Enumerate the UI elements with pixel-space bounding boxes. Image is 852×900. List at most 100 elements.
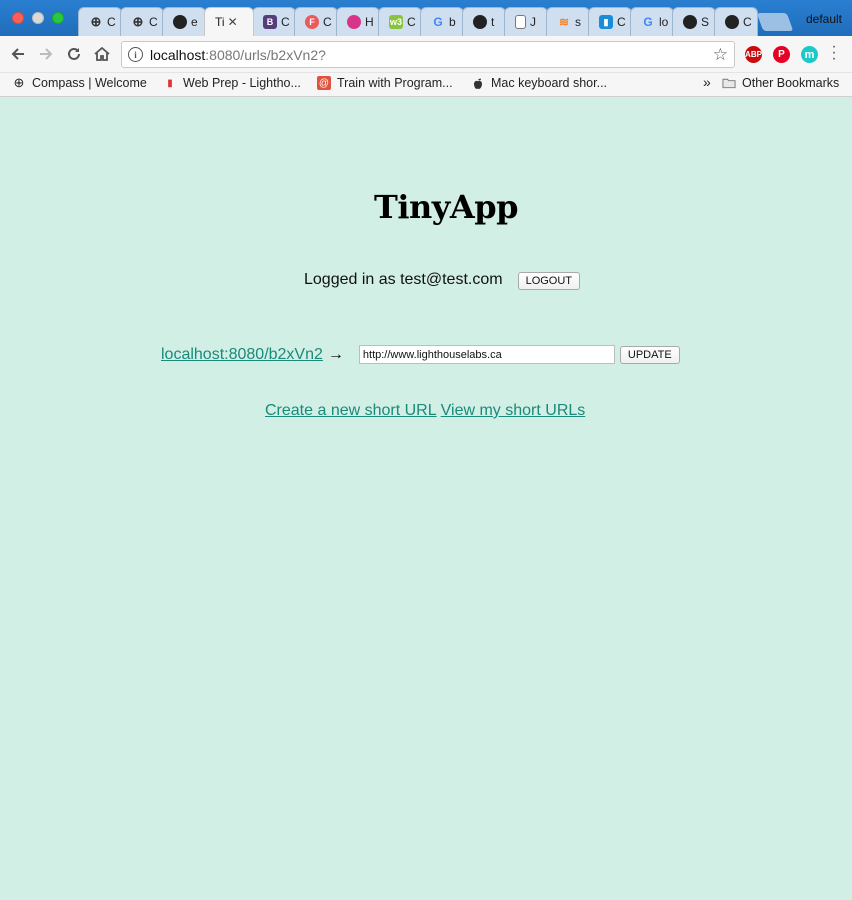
- browser-menu-icon[interactable]: · · ·: [828, 39, 840, 67]
- tab-15[interactable]: C: [714, 7, 758, 36]
- github-icon: [725, 15, 739, 29]
- tab-8[interactable]: G b: [420, 7, 464, 36]
- tab-label: S: [701, 15, 710, 29]
- compass-icon: ⊕: [90, 14, 102, 29]
- create-short-url-link[interactable]: Create a new short URL: [265, 402, 437, 420]
- pinterest-icon[interactable]: P: [773, 46, 790, 63]
- bookmarks-overflow-icon[interactable]: »: [703, 74, 711, 90]
- adblock-icon[interactable]: ABP: [745, 46, 762, 63]
- document-icon: [515, 15, 526, 29]
- other-bookmarks-folder[interactable]: Other Bookmarks: [722, 76, 839, 90]
- new-tab-button[interactable]: [756, 13, 794, 31]
- bookmark-label: Mac keyboard shor...: [491, 76, 608, 90]
- bookmark-train[interactable]: @ Train with Program...: [317, 76, 453, 90]
- lighthouse-icon: ▮: [167, 77, 173, 89]
- firefox-icon: [347, 15, 361, 29]
- view-short-urls-link[interactable]: View my short URLs: [441, 402, 586, 420]
- bookmarks-bar: ⊕ Compass | Welcome ▮ Web Prep - Lightho…: [0, 73, 852, 97]
- other-bookmarks-label: Other Bookmarks: [742, 76, 840, 90]
- tab-9[interactable]: t: [462, 7, 506, 36]
- browser-titlebar: ⊕ C ⊕ C e Ti ✕ B C F C H w3 C G b t J ≋ …: [0, 0, 852, 36]
- bookmark-compass[interactable]: ⊕ Compass | Welcome: [12, 75, 147, 90]
- home-button[interactable]: [92, 44, 112, 64]
- home-icon: [94, 46, 110, 61]
- tab-0[interactable]: ⊕ C: [78, 7, 122, 36]
- compass-icon: ⊕: [132, 14, 144, 29]
- tab-2[interactable]: e: [162, 7, 206, 36]
- tab-label: C: [617, 15, 626, 29]
- tab-label: e: [191, 15, 198, 29]
- bookmark-web-prep[interactable]: ▮ Web Prep - Lightho...: [163, 76, 301, 90]
- address-bar[interactable]: i localhost:8080/urls/b2xVn2? ☆: [121, 41, 735, 68]
- extension-m-icon[interactable]: m: [801, 46, 818, 63]
- bookmark-mac-keyboard[interactable]: Mac keyboard shor...: [471, 76, 607, 90]
- tab-11[interactable]: ≋ s: [546, 7, 590, 36]
- bookmark-star-icon[interactable]: ☆: [713, 45, 728, 65]
- tab-5[interactable]: F C: [294, 7, 338, 36]
- tab-label: Ti: [215, 15, 225, 29]
- login-status: Logged in as test@test.com LOGOUT: [304, 269, 581, 290]
- browser-toolbar: i localhost:8080/urls/b2xVn2? ☆ ABP P m …: [0, 36, 852, 73]
- tab-label: J: [530, 15, 536, 29]
- tab-label: C: [149, 15, 158, 29]
- tab-label: H: [365, 15, 374, 29]
- close-tab-icon[interactable]: ✕: [228, 15, 238, 29]
- maximize-window-button[interactable]: [52, 12, 64, 24]
- tab-label: C: [107, 15, 116, 29]
- chart-icon: ▮: [599, 15, 613, 29]
- stackoverflow-icon: ≋: [558, 15, 570, 29]
- tab-label: C: [323, 15, 332, 29]
- tab-10[interactable]: J: [504, 7, 548, 36]
- spiral-icon: @: [317, 76, 331, 90]
- arrow-icon: →: [327, 345, 344, 363]
- compass-icon: ⊕: [13, 75, 25, 90]
- apple-icon: [471, 76, 485, 90]
- url-path: :8080/urls/b2xVn2?: [205, 46, 326, 63]
- short-url-link[interactable]: localhost:8080/b2xVn2: [161, 346, 323, 364]
- info-icon[interactable]: i: [128, 47, 143, 62]
- github-icon: [473, 15, 487, 29]
- tab-12[interactable]: ▮ C: [588, 7, 632, 36]
- w3-icon: w3: [389, 15, 403, 29]
- folder-icon: [722, 76, 736, 90]
- tab-label: b: [449, 15, 456, 29]
- forward-button[interactable]: [36, 44, 56, 64]
- bookmark-label: Web Prep - Lightho...: [183, 76, 301, 90]
- tab-13[interactable]: G lo: [630, 7, 674, 36]
- forward-arrow-icon: [40, 48, 53, 60]
- f-icon: F: [305, 15, 319, 29]
- back-arrow-icon: [11, 48, 24, 60]
- tab-label: s: [575, 15, 581, 29]
- tab-4[interactable]: B C: [252, 7, 296, 36]
- close-window-button[interactable]: [12, 12, 24, 24]
- tab-label: C: [407, 15, 416, 29]
- reload-button[interactable]: [64, 44, 84, 64]
- logged-in-text: Logged in as test@test.com: [304, 270, 503, 288]
- google-icon: G: [643, 15, 653, 29]
- tab-label: C: [281, 15, 290, 29]
- tab-14[interactable]: S: [672, 7, 716, 36]
- page-content: TinyApp Logged in as test@test.com LOGOU…: [0, 97, 852, 900]
- minimize-window-button[interactable]: [32, 12, 44, 24]
- profile-label[interactable]: default: [806, 12, 842, 26]
- bootstrap-icon: B: [263, 15, 277, 29]
- back-button[interactable]: [8, 44, 28, 64]
- bookmark-label: Train with Program...: [337, 76, 453, 90]
- google-icon: G: [433, 15, 443, 29]
- tab-7[interactable]: w3 C: [378, 7, 422, 36]
- tab-label: C: [743, 15, 752, 29]
- url-edit-row: localhost:8080/b2xVn2 → UPDATE: [161, 345, 680, 364]
- tab-3-active[interactable]: Ti ✕: [204, 7, 254, 36]
- tab-label: lo: [659, 15, 669, 29]
- update-button[interactable]: UPDATE: [619, 345, 680, 364]
- tab-strip: ⊕ C ⊕ C e Ti ✕ B C F C H w3 C G b t J ≋ …: [78, 7, 778, 36]
- github-icon: [683, 15, 697, 29]
- url-host: localhost: [150, 46, 206, 63]
- tab-6[interactable]: H: [336, 7, 380, 36]
- nav-links: Create a new short URL View my short URL…: [265, 402, 585, 420]
- long-url-input[interactable]: [358, 345, 615, 364]
- reload-icon: [68, 47, 80, 60]
- tab-1[interactable]: ⊕ C: [120, 7, 164, 36]
- bookmark-label: Compass | Welcome: [32, 76, 147, 90]
- logout-button[interactable]: LOGOUT: [517, 272, 581, 290]
